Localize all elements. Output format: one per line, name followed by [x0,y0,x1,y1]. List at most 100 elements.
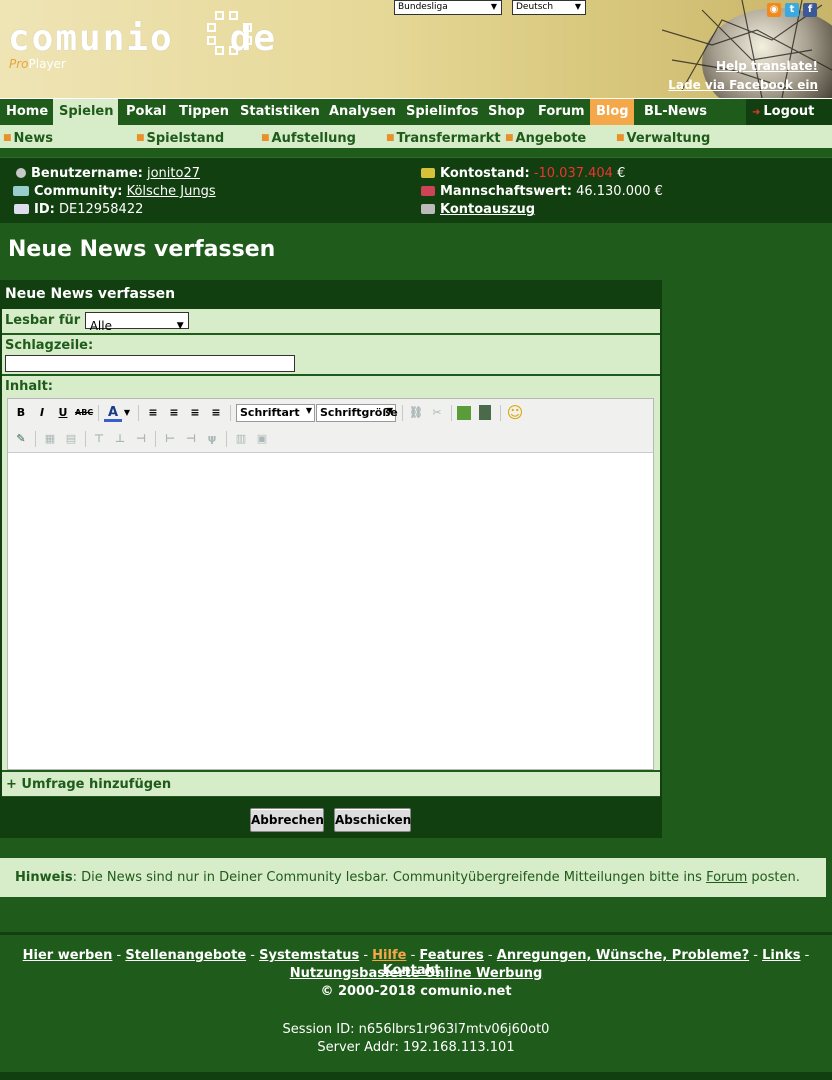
language-select[interactable]: Deutsch ▼ [512,0,586,15]
merge-cells-icon[interactable]: ▣ [253,430,271,448]
split-cells-icon[interactable]: ▥ [232,430,250,448]
bottom-bar [0,1072,832,1080]
strikethrough-icon[interactable]: ABC [75,404,93,422]
subnav-verwaltung[interactable]: ■ Verwaltung [616,125,710,151]
team-value-icon [421,186,435,196]
team-value: 46.130.000 € [576,184,663,199]
col-before-icon[interactable]: ⊢ [161,430,179,448]
footer-link-jobs[interactable]: Stellenangebote [125,948,246,963]
nav-spielen[interactable]: Spielen [53,99,118,126]
session-id: Session ID: n656lbrs1r963l7mtv06j60ot0 [282,1022,550,1037]
nav-pokal[interactable]: Pokal [120,99,172,126]
subnav-transfermarkt[interactable]: ■ Transfermarkt [386,125,501,151]
facebook-invite-link[interactable]: Lade via Facebook ein [668,78,818,92]
italic-icon[interactable]: I [33,404,51,422]
link-icon[interactable]: ⛓ [407,404,425,422]
submit-button[interactable]: Abschicken [334,808,411,832]
subnav-aufstellung[interactable]: ■ Aufstellung [261,125,356,151]
nav-statistiken[interactable]: Statistiken [234,99,326,126]
subnav-angebote[interactable]: ■ Angebote [505,125,586,151]
table-props-icon[interactable]: ▤ [62,430,80,448]
username-link[interactable]: jonito27 [147,166,200,181]
copyright: © 2000-2018 comunio.net [320,984,512,999]
statement-link[interactable]: Kontoauszug [440,202,535,217]
delete-row-icon[interactable]: ⊣ [132,430,150,448]
nav-blog[interactable]: Blog [590,99,634,126]
insert-table-icon[interactable]: ▦ [41,430,59,448]
hint-box: Hinweis: Die News sind nur in Deiner Com… [0,858,826,897]
sub-navigation: ■ News ■ Spielstand ■ Aufstellung ■ Transfer… [0,125,832,151]
footer-link-feedback[interactable]: Anregungen, Wünsche, Probleme? [497,948,749,963]
readable-label: Lesbar für [5,313,81,328]
align-center-icon[interactable]: ≡ [165,404,183,422]
align-left-icon[interactable]: ≡ [144,404,162,422]
logout-icon: ➜ [752,107,761,118]
font-family-dropdown[interactable]: Schriftart ▼ [236,404,315,422]
footer-link-features[interactable]: Features [419,948,483,963]
footer: Hier werben - Stellenangebote - Systemst… [0,932,832,1072]
headline-input[interactable] [5,355,295,372]
footer-link-help[interactable]: Hilfe [372,948,406,963]
nav-analysen[interactable]: Analysen [323,99,402,126]
rich-text-editor: B I U ABC A ▼ ≡ ≡ ≡ ≡ Schriftart ▼ Schrif… [7,398,654,770]
content-row: Inhalt: B I U ABC A ▼ ≡ ≡ ≡ ≡ Schriftart… [2,376,660,772]
image-icon[interactable] [457,406,471,420]
main-navigation: Home Spielen Pokal Tippen Statistiken An… [0,98,832,126]
statement-row: Kontoauszug [421,201,535,219]
money-icon [421,168,435,178]
readable-select[interactable]: Alle ▼ [84,312,189,333]
col-after-icon[interactable]: ⊣ [182,430,200,448]
community-link[interactable]: Kölsche Jungs [127,184,216,199]
content-label: Inhalt: [5,379,53,394]
logout-button[interactable]: ➜ Logout [746,99,832,126]
nav-home[interactable]: Home [0,99,54,126]
help-translate-link[interactable]: Help translate! [716,59,818,73]
league-select[interactable]: Bundesliga ▼ [394,0,502,15]
rss-icon[interactable]: ◉ [767,3,781,17]
nav-forum[interactable]: Forum [532,99,591,126]
nav-shop[interactable]: Shop [482,99,531,126]
smiley-icon[interactable]: ☺ [506,404,524,422]
team-value-row: Mannschaftswert: 46.130.000 € [421,183,663,201]
community-row: Community: Kölsche Jungs [13,183,216,201]
nav-tippen[interactable]: Tippen [173,99,235,126]
user-id-value: DE12958422 [58,202,144,217]
footer-link-advertise[interactable]: Hier werben [23,948,113,963]
media-icon[interactable] [479,405,491,420]
color-dropdown-icon[interactable]: ▼ [122,404,132,422]
row-before-icon[interactable]: ⊤ [90,430,108,448]
community-icon [13,186,29,196]
subnav-spielstand[interactable]: ■ Spielstand [136,125,224,151]
balance-row: Kontostand: -10.037.404 € [421,165,625,183]
proplayer-badge: ProPlayer [9,57,66,71]
forum-link[interactable]: Forum [706,870,747,885]
hint-label: Hinweis [15,870,73,885]
facebook-icon[interactable]: f [803,3,817,17]
headline-row: Schlagzeile: [2,335,660,376]
underline-icon[interactable]: U [54,404,72,422]
footer-link-ads[interactable]: Nutzungsbasierte Online Werbung [290,966,543,981]
subnav-news[interactable]: ■ News [3,125,53,151]
font-size-dropdown[interactable]: Schriftgröße ▼ [316,404,398,422]
unlink-icon[interactable]: ✂ [428,404,446,422]
username-row: Benutzername: jonito27 [16,165,200,183]
bold-icon[interactable]: B [12,404,30,422]
footer-link-status[interactable]: Systemstatus [259,948,359,963]
text-color-icon[interactable]: A [104,404,122,422]
cleanup-icon[interactable]: ✎ [12,430,30,448]
cancel-button[interactable]: Abbrechen [250,808,324,832]
user-info-bar: Benutzername: jonito27 Community: Kölsch… [0,157,832,223]
id-row: ID: DE12958422 [14,201,143,219]
nav-bl-news[interactable]: BL-News [638,99,713,126]
row-after-icon[interactable]: ⊥ [111,430,129,448]
balance-value: -10.037.404 [533,166,613,181]
nav-spielinfos[interactable]: Spielinfos [400,99,484,126]
editor-content-area[interactable] [8,454,653,769]
align-justify-icon[interactable]: ≡ [207,404,225,422]
headline-label: Schlagzeile: [5,338,94,353]
add-poll-toggle[interactable]: + Umfrage hinzufügen [2,772,660,797]
align-right-icon[interactable]: ≡ [186,404,204,422]
twitter-icon[interactable]: t [785,3,799,17]
footer-link-links[interactable]: Links [762,948,800,963]
delete-col-icon[interactable]: ψ [203,430,221,448]
